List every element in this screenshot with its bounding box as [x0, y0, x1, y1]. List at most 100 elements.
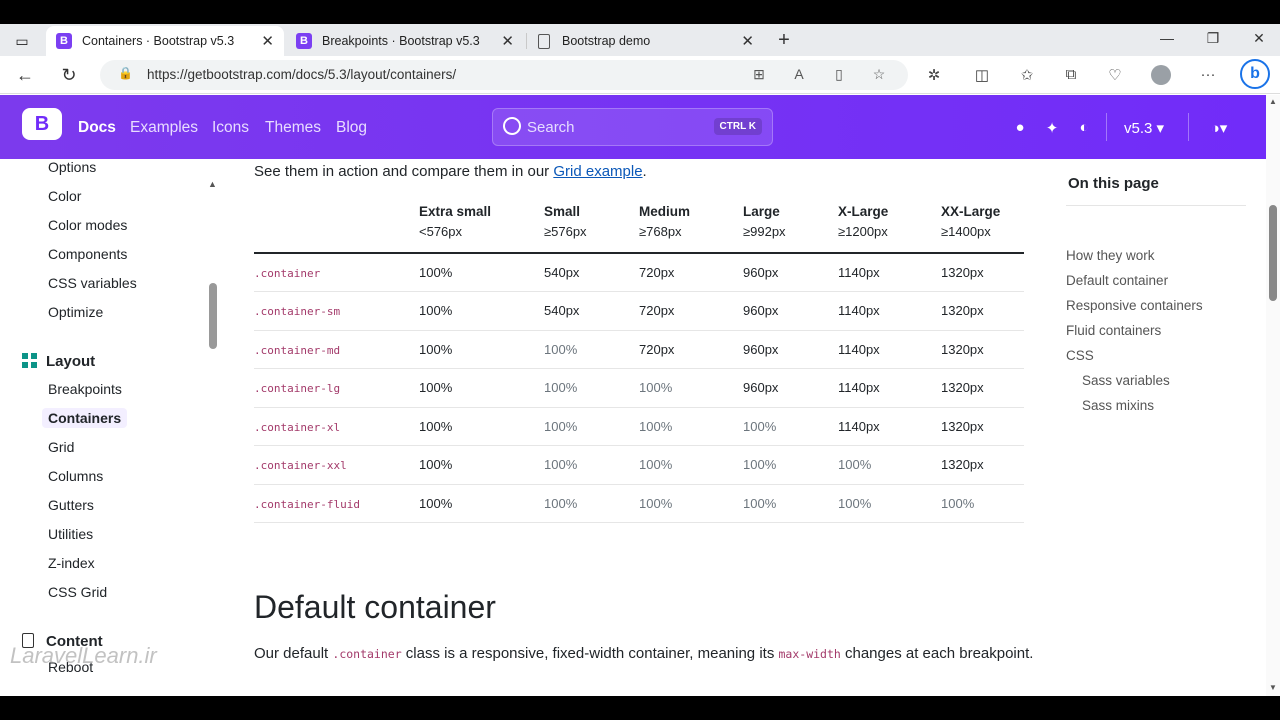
tab-title: Breakpoints · Bootstrap v5.3 [322, 34, 480, 48]
width-cell: 540px [544, 253, 639, 292]
toc-item[interactable]: Responsive containers [1066, 298, 1203, 313]
toc-item[interactable]: CSS [1066, 348, 1094, 363]
scrollbar-thumb[interactable] [1269, 205, 1277, 301]
nav-link-themes[interactable]: Themes [265, 119, 321, 137]
tab-bootstrap-demo[interactable]: Bootstrap demo ✕ [528, 26, 764, 56]
sidebar-scrollbar[interactable] [209, 283, 217, 349]
reload-icon[interactable]: ↻ [58, 64, 80, 86]
apps-icon[interactable]: ⊞ [750, 66, 768, 83]
github-icon[interactable]: ● [1010, 119, 1030, 136]
toc-item[interactable]: Default container [1066, 273, 1168, 288]
nav-link-icons[interactable]: Icons [212, 119, 249, 137]
restore-icon[interactable]: ❐ [1201, 30, 1225, 47]
close-icon[interactable]: ✕ [501, 32, 514, 50]
sidebar-item-containers[interactable]: Containers [42, 408, 128, 428]
width-cell: 960px [743, 253, 838, 292]
toc-divider [1066, 205, 1246, 206]
grid-example-link[interactable]: Grid example [553, 163, 642, 180]
class-name-cell: .container-md [254, 330, 419, 369]
tab-containers[interactable]: B Containers · Bootstrap v5.3 ✕ [46, 26, 284, 56]
sidebar-item-options[interactable]: Options [48, 159, 96, 175]
toc-sub-item[interactable]: Sass variables [1082, 373, 1170, 388]
column-header: Large ≥992px [743, 195, 838, 254]
split-screen-icon[interactable]: ◫ [971, 66, 993, 84]
table-row: .container-xxl 100% 100% 100% 100% 100% 1320px [254, 445, 1024, 485]
docs-search-button[interactable]: Search CTRL K [492, 108, 773, 146]
sidebar-item-css-grid[interactable]: CSS Grid [48, 584, 107, 600]
sidebar-item-gutters[interactable]: Gutters [48, 497, 94, 513]
sidebar-item-color[interactable]: Color [48, 188, 81, 204]
sidebar-item-breakpoints[interactable]: Breakpoints [48, 381, 122, 397]
more-menu-icon[interactable]: ··· [1197, 66, 1219, 83]
toc-sub-item[interactable]: Sass mixins [1082, 398, 1154, 413]
width-cell: 100% [639, 368, 743, 408]
width-cell: 720px [639, 291, 743, 331]
sidebar-item-components[interactable]: Components [48, 246, 127, 262]
width-cell: 100% [419, 253, 544, 292]
sidebar-section-layout[interactable]: Layout [22, 353, 95, 370]
collections-icon[interactable]: ⧉ [1060, 66, 1082, 83]
new-tab-icon[interactable]: + [772, 29, 796, 53]
table-row: .container-xl 100% 100% 100% 100% 1140px 1320p… [254, 407, 1024, 446]
bing-copilot-icon[interactable]: b [1240, 59, 1270, 89]
width-cell: 100% [419, 330, 544, 369]
read-aloud-icon[interactable]: A [790, 66, 808, 82]
table-body: .container 100% 540px 720px 960px 1140px 1320p… [254, 253, 1024, 523]
sidebar-item-utilities[interactable]: Utilities [48, 526, 93, 542]
toc-item[interactable]: How they work [1066, 248, 1155, 263]
sidebar-scroll-up-icon[interactable]: ▲ [208, 179, 217, 189]
scroll-up-icon[interactable]: ▲ [1269, 97, 1277, 106]
extensions-icon[interactable]: ✲ [923, 66, 945, 84]
header-name: Small [544, 204, 581, 219]
width-cell: 1320px [941, 330, 1024, 369]
nav-link-examples[interactable]: Examples [130, 119, 198, 137]
intro-text: See them in action and compare them in o… [254, 163, 647, 180]
width-cell: 720px [639, 330, 743, 369]
nav-link-docs[interactable]: Docs [78, 119, 116, 137]
sidebar-item-grid[interactable]: Grid [48, 439, 74, 455]
tab-breakpoints[interactable]: B Breakpoints · Bootstrap v5.3 ✕ [286, 26, 524, 56]
header-sub: ≥1200px [838, 224, 888, 239]
page-scrollbar[interactable]: ▲ ▼ [1266, 95, 1280, 696]
window-close-icon[interactable]: ✕ [1247, 30, 1271, 47]
version-dropdown[interactable]: v5.3 ▾ [1124, 119, 1164, 137]
section-paragraph: Our default .container class is a respon… [254, 641, 1034, 667]
close-icon[interactable]: ✕ [741, 32, 754, 50]
url-field[interactable]: 🔒 https://getbootstrap.com/docs/5.3/layo… [100, 60, 908, 90]
class-name-code: .container-xl [254, 420, 341, 434]
url-text[interactable]: https://getbootstrap.com/docs/5.3/layout… [147, 67, 456, 82]
nav-link-blog[interactable]: Blog [336, 119, 367, 137]
sidebar-item-css-variables[interactable]: CSS variables [48, 275, 137, 291]
sidebar-item-z-index[interactable]: Z-index [48, 555, 95, 571]
tab-title: Bootstrap demo [562, 34, 651, 48]
width-cell: 1320px [941, 291, 1024, 331]
immersive-reader-icon[interactable]: ▯ [830, 66, 848, 83]
twitter-icon[interactable]: ✦ [1042, 119, 1062, 137]
scroll-down-icon[interactable]: ▼ [1269, 683, 1277, 692]
width-cell: 100% [838, 445, 941, 485]
intro-suffix: . [642, 163, 647, 180]
bootstrap-logo[interactable]: B [22, 108, 62, 140]
width-cell: 100% [838, 484, 941, 523]
back-arrow-icon[interactable]: ← [14, 64, 36, 86]
theme-toggle-icon[interactable]: ◑▾ [1204, 119, 1234, 137]
toc-item[interactable]: Fluid containers [1066, 323, 1161, 338]
column-header: XX-Large ≥1400px [941, 195, 1024, 254]
main-content: See them in action and compare them in o… [254, 159, 1044, 696]
sidebar-item-columns[interactable]: Columns [48, 468, 103, 484]
favorite-star-icon[interactable]: ☆ [870, 66, 888, 83]
lock-icon: 🔒 [118, 66, 133, 80]
sidebar-item-optimize[interactable]: Optimize [48, 304, 103, 320]
table-row: .container-fluid 100% 100% 100% 100% 100% 100% [254, 484, 1024, 523]
class-name-cell: .container-xl [254, 407, 419, 446]
inline-code: max-width [778, 647, 841, 661]
width-cell: 100% [544, 484, 639, 523]
profile-avatar[interactable] [1151, 65, 1171, 85]
sidebar-item-color-modes[interactable]: Color modes [48, 217, 127, 233]
minimize-icon[interactable]: — [1155, 30, 1179, 46]
browser-essentials-icon[interactable]: ♡ [1104, 66, 1126, 84]
opencollective-icon[interactable]: ◐ [1074, 119, 1094, 136]
close-icon[interactable]: ✕ [261, 32, 274, 50]
favorites-icon[interactable]: ✩ [1016, 66, 1038, 84]
tab-actions-icon[interactable]: ▭ [8, 30, 36, 52]
